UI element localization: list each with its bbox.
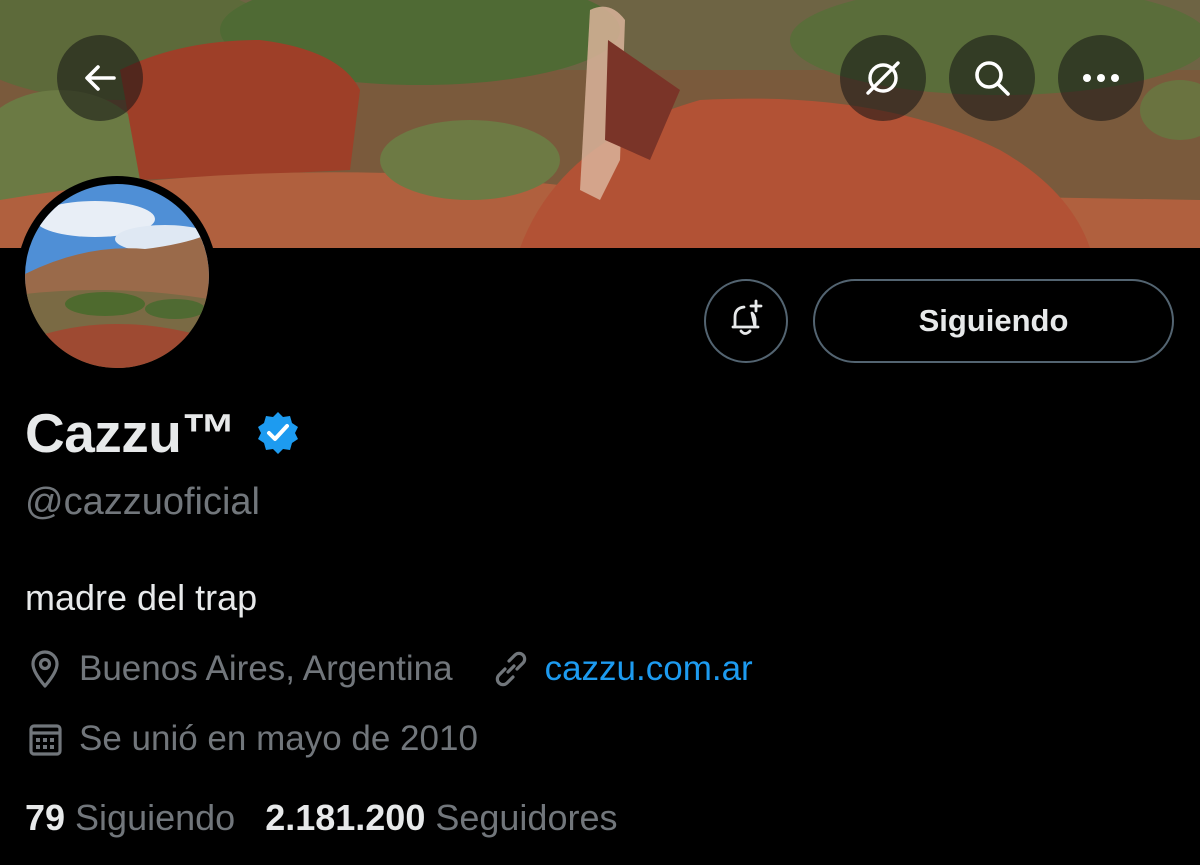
profile-website-link[interactable]: cazzu.com.ar — [545, 649, 753, 689]
followers-count: 2.181.200 — [265, 797, 426, 838]
notifications-button[interactable] — [704, 279, 788, 363]
link-icon — [491, 649, 531, 689]
profile-bio: madre del trap — [25, 577, 258, 618]
location-pin-icon — [25, 648, 65, 690]
grok-button[interactable] — [840, 35, 926, 121]
display-name: Cazzu™ — [25, 402, 236, 464]
followers-stat[interactable]: 2.181.200 Seguidores — [265, 797, 617, 839]
verified-badge-icon[interactable] — [254, 409, 302, 462]
profile-name-row: Cazzu™ — [25, 398, 302, 468]
more-icon — [1081, 72, 1121, 84]
profile-stats: 79 Siguiendo 2.181.200 Seguidores — [25, 797, 617, 839]
followers-label: Seguidores — [435, 797, 618, 838]
profile-location: Buenos Aires, Argentina — [79, 649, 453, 688]
profile-meta-joined-row: Se unió en mayo de 2010 — [25, 718, 478, 760]
following-label: Siguiendo — [75, 797, 236, 838]
avatar[interactable] — [17, 176, 217, 376]
profile-meta-location-row: Buenos Aires, Argentina cazzu.com.ar — [25, 648, 753, 690]
profile-handle: @cazzuoficial — [25, 481, 260, 523]
more-button[interactable] — [1058, 35, 1144, 121]
grok-icon — [862, 57, 904, 99]
back-arrow-icon — [80, 58, 120, 98]
bell-plus-icon — [725, 298, 767, 345]
following-count: 79 — [25, 797, 66, 838]
avatar-image — [25, 184, 209, 368]
following-stat[interactable]: 79 Siguiendo — [25, 797, 235, 839]
calendar-icon — [25, 718, 65, 760]
search-button[interactable] — [949, 35, 1035, 121]
profile-joined-date: Se unió en mayo de 2010 — [79, 719, 478, 758]
following-button[interactable]: Siguiendo — [813, 279, 1174, 363]
search-icon — [971, 57, 1013, 99]
back-button[interactable] — [57, 35, 143, 121]
